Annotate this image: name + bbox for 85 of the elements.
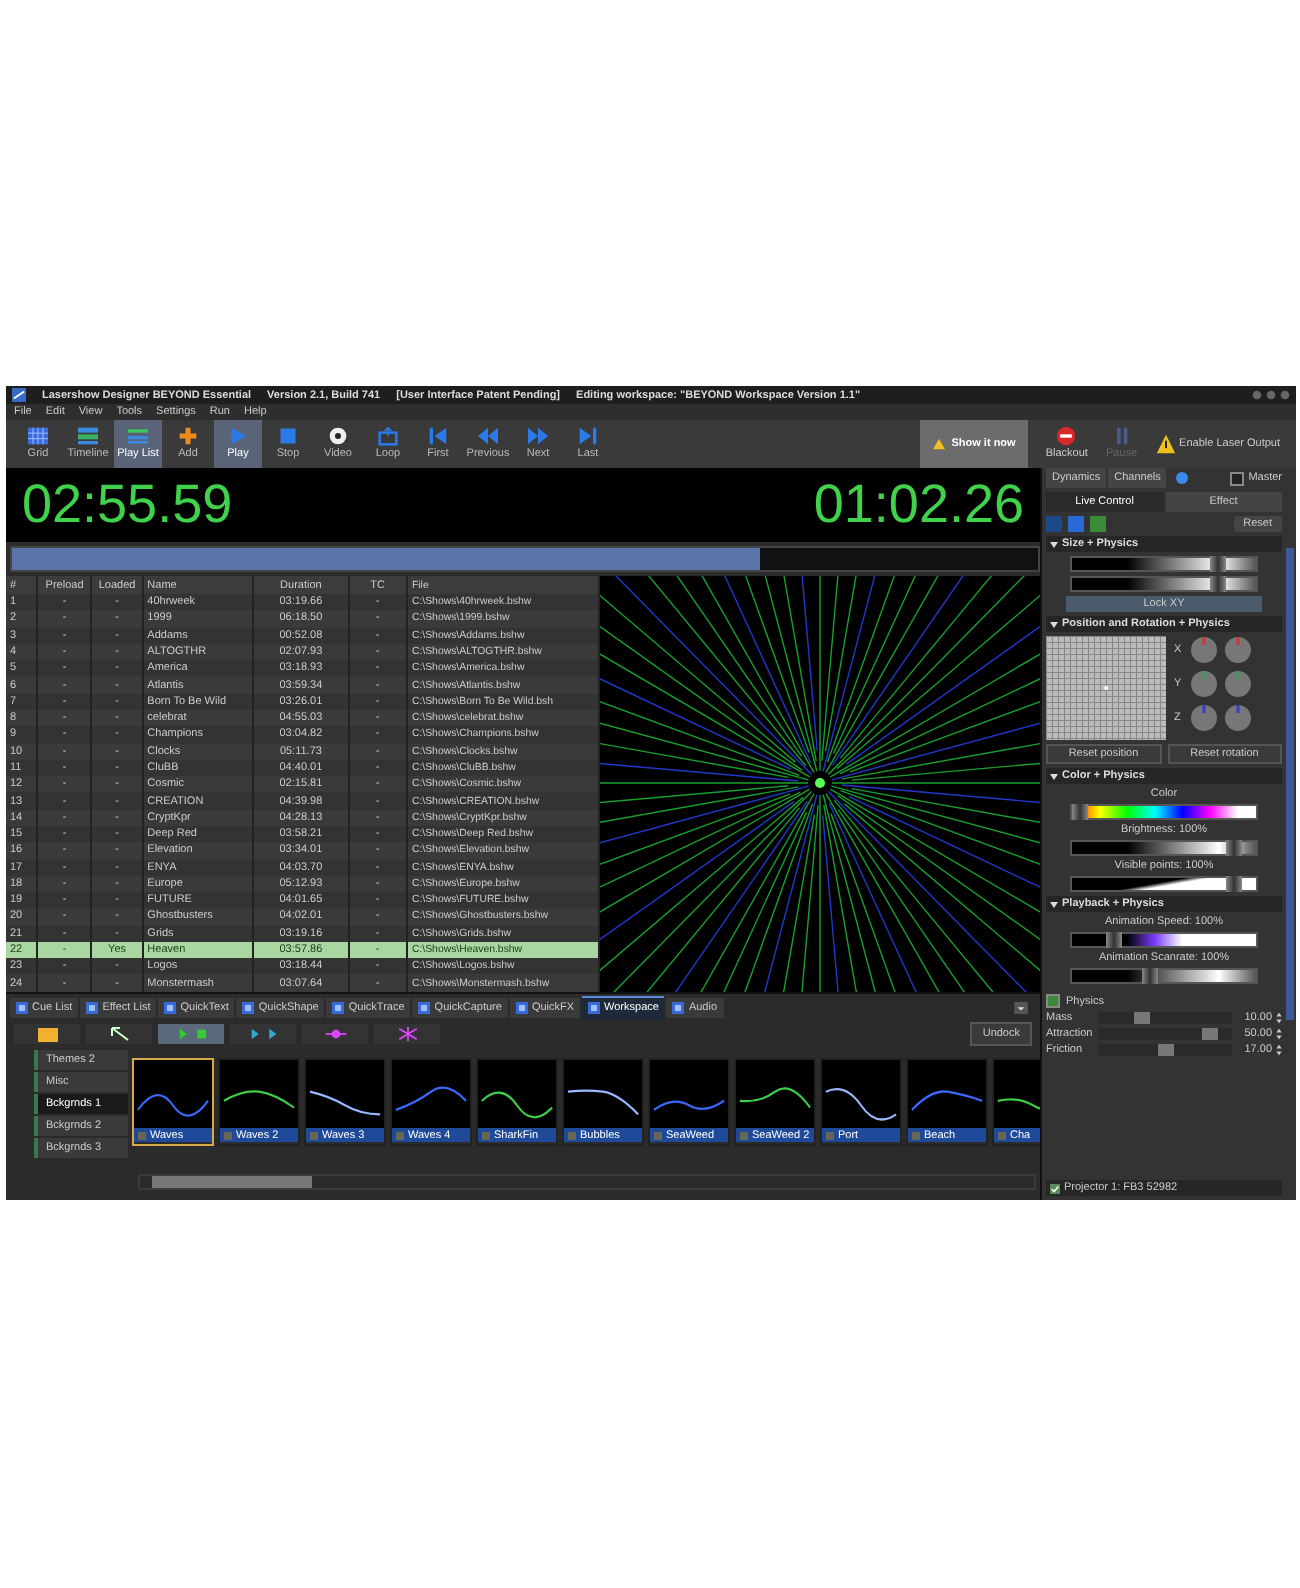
laser-thumbnail — [478, 1060, 556, 1128]
play-icon — [226, 426, 250, 447]
warning-icon — [1155, 434, 1176, 454]
tab-icon — [588, 1002, 601, 1015]
cursor-button[interactable] — [86, 1024, 152, 1044]
skip-forward-icon — [576, 426, 600, 447]
master-checkbox[interactable] — [1230, 471, 1245, 486]
slider[interactable] — [1070, 932, 1258, 949]
slider[interactable] — [1070, 968, 1258, 985]
slider[interactable] — [1098, 1012, 1232, 1025]
folder-button[interactable] — [14, 1024, 80, 1044]
slider-thumb[interactable] — [1105, 932, 1122, 949]
tab-icon — [332, 1001, 345, 1014]
knob[interactable] — [1224, 704, 1252, 733]
remaining-time: 01:02.26 — [813, 474, 1024, 536]
knob[interactable] — [1224, 636, 1252, 665]
cursor-icon — [105, 1026, 133, 1042]
tab-icon — [515, 1001, 528, 1014]
tab-icon — [86, 1001, 99, 1014]
burst-button[interactable] — [374, 1024, 440, 1044]
skip-back-icon — [426, 426, 450, 447]
laser-thumbnail — [306, 1060, 384, 1128]
laser-thumbnail — [564, 1060, 642, 1128]
slider[interactable] — [1070, 576, 1258, 593]
slider-thumb[interactable] — [1133, 1012, 1150, 1025]
tool-icon[interactable] — [1174, 470, 1191, 487]
play-stop-icon — [177, 1026, 205, 1042]
dropdown-icon[interactable] — [1014, 1002, 1028, 1014]
laser-thumbnail — [736, 1060, 814, 1128]
stop-icon — [276, 426, 300, 447]
knob[interactable] — [1190, 636, 1218, 665]
physics-checkbox[interactable] — [1046, 994, 1060, 1009]
scrollbar[interactable] — [1286, 548, 1294, 1020]
slider[interactable] — [1098, 1044, 1232, 1057]
laser-thumbnail — [134, 1060, 212, 1128]
burst-button[interactable] — [302, 1024, 368, 1044]
laser-thumbnail — [908, 1060, 986, 1128]
slider-thumb[interactable] — [1209, 556, 1226, 573]
laser-thumbnail — [392, 1060, 470, 1128]
burst-icon — [393, 1026, 421, 1042]
stop-sign-icon — [1056, 426, 1077, 447]
slider[interactable] — [1070, 876, 1258, 893]
laser-thumbnail — [650, 1060, 728, 1128]
pause-icon — [1111, 426, 1132, 447]
folder-icon — [33, 1026, 61, 1042]
slider-thumb[interactable] — [1226, 876, 1243, 893]
burst-icon — [321, 1026, 349, 1042]
app-icon — [12, 388, 26, 402]
elapsed-time: 02:55.59 — [22, 474, 233, 536]
slider[interactable] — [1070, 556, 1258, 573]
tab-icon — [164, 1001, 177, 1014]
spinner-icon[interactable] — [1276, 1028, 1282, 1041]
timeline-icon — [76, 426, 100, 447]
slider-thumb[interactable] — [1157, 1044, 1173, 1057]
knob[interactable] — [1190, 704, 1218, 733]
slider[interactable] — [1098, 1028, 1232, 1041]
slider-thumb[interactable] — [1201, 1028, 1218, 1041]
grid-icon — [26, 426, 50, 447]
slider-thumb[interactable] — [1226, 840, 1243, 857]
rewind-icon — [476, 426, 500, 447]
ball-icon — [326, 426, 350, 447]
fast-forward-icon — [526, 426, 550, 447]
check-icon — [1050, 1183, 1060, 1193]
knob[interactable] — [1190, 670, 1218, 699]
tab-icon — [672, 1001, 685, 1014]
slider[interactable] — [1070, 840, 1258, 857]
spinner-icon[interactable] — [1276, 1044, 1282, 1057]
tab-icon — [16, 1001, 28, 1014]
list-icon — [126, 426, 150, 447]
tab-icon — [242, 1001, 255, 1014]
laser-thumbnail — [220, 1060, 298, 1128]
play-next-icon — [249, 1026, 277, 1042]
spinner-icon[interactable] — [1276, 1012, 1282, 1025]
scrollbar[interactable] — [138, 1174, 1036, 1190]
plus-icon — [176, 426, 200, 447]
loop-icon — [376, 426, 400, 447]
warning-icon — [931, 438, 946, 450]
knob[interactable] — [1224, 670, 1252, 699]
slider-thumb[interactable] — [1209, 576, 1226, 593]
play-next-button[interactable] — [230, 1024, 296, 1044]
tab-icon — [418, 1001, 431, 1014]
laser-thumbnail — [822, 1060, 900, 1128]
slider-thumb[interactable] — [1142, 968, 1159, 985]
slider-thumb[interactable] — [1072, 804, 1088, 821]
slider[interactable] — [1070, 804, 1258, 821]
